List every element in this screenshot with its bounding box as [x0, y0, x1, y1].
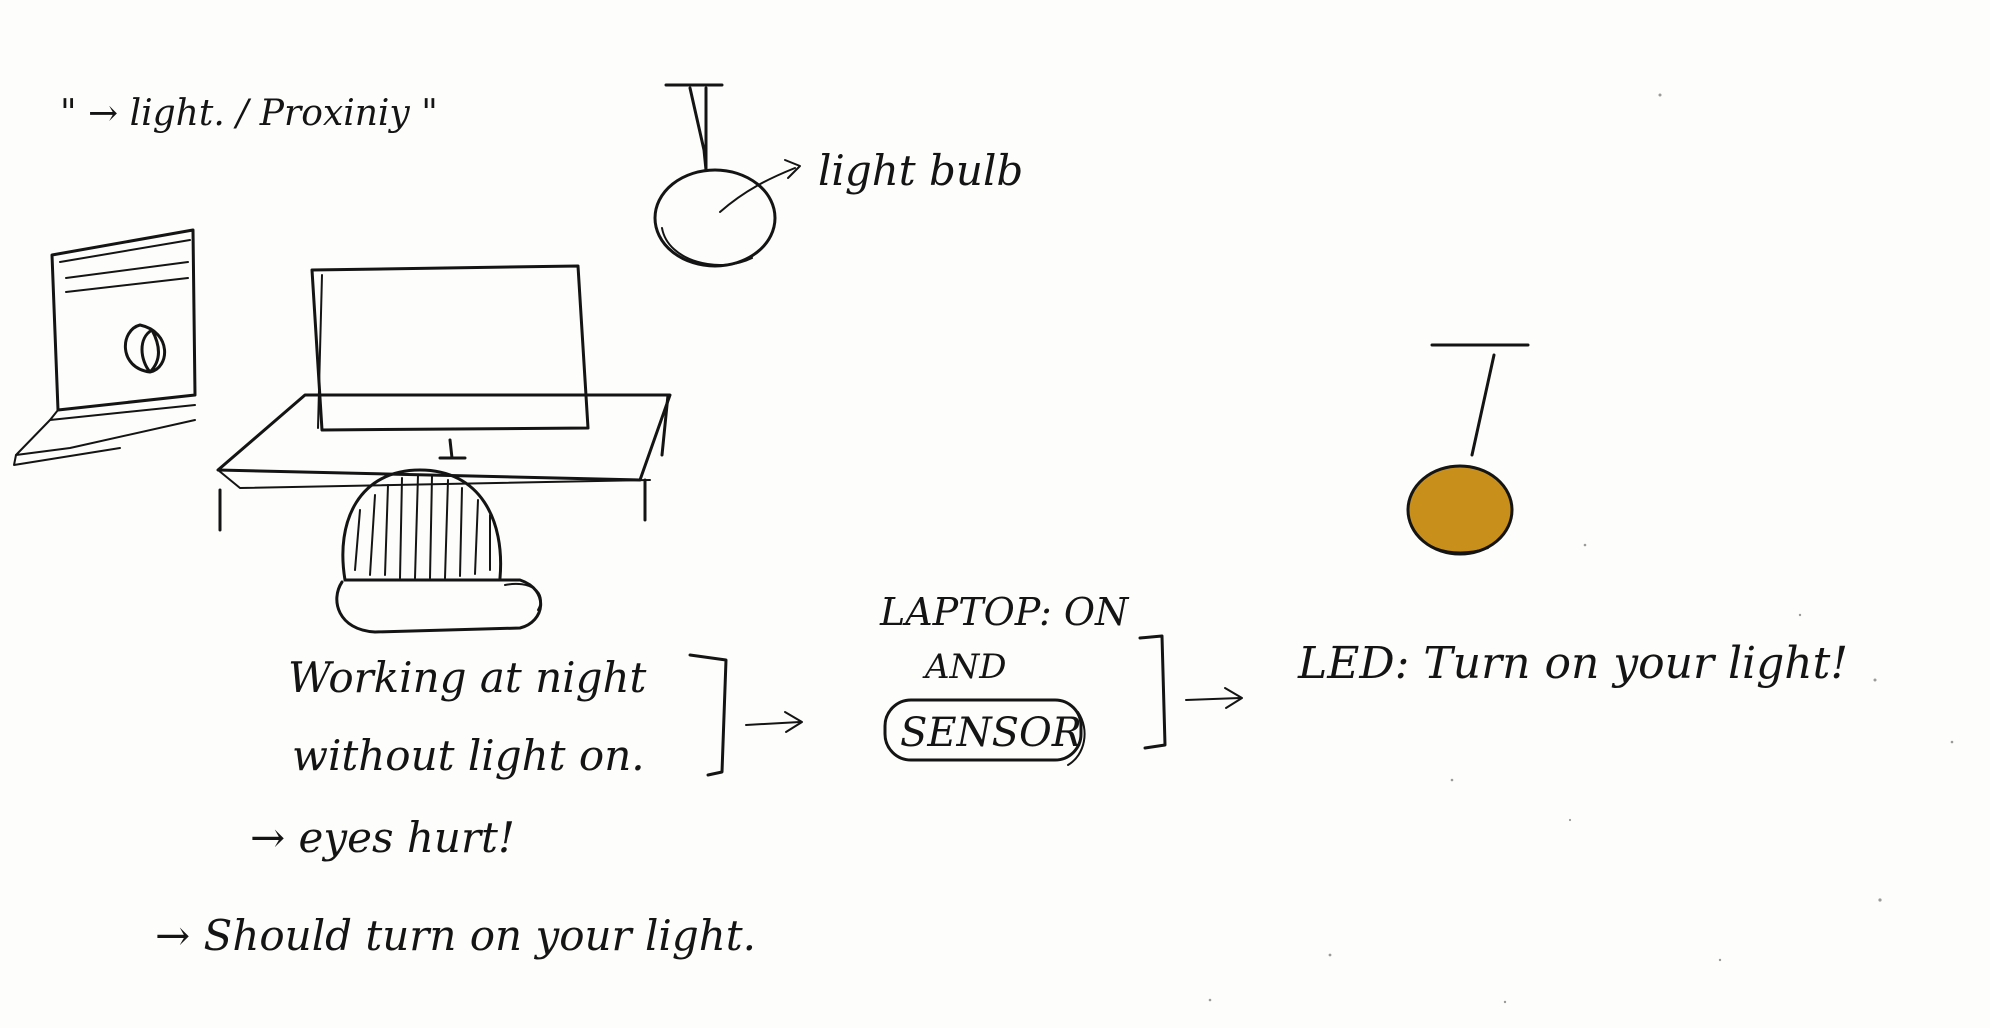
night-window-sketch [13, 228, 197, 466]
condition-bracket [1138, 634, 1167, 750]
light-bulb-label: light bulb [818, 146, 1023, 195]
moon-icon [124, 323, 166, 374]
output-text: LED: Turn on your light! [1297, 638, 1848, 689]
arrow-to-condition-icon [745, 711, 803, 733]
paper-speckles [1208, 93, 1954, 1004]
condition-line-1: LAPTOP: ON [879, 590, 1130, 634]
condition-line-3: SENSOR [900, 710, 1082, 756]
person-sketch [335, 468, 543, 634]
consequence-text: → eyes hurt! [250, 813, 515, 862]
header-note: " → light. / Proxiniy " [60, 93, 438, 134]
led-bulb-icon [1406, 343, 1530, 556]
suggestion-text: → Should turn on your light. [155, 911, 756, 960]
condition-line-2: AND [922, 647, 1007, 687]
problem-line-2: without light on. [292, 731, 645, 780]
sketch-canvas: " → light. / Proxiniy " light bulb Worki… [13, 83, 1954, 1004]
laptop-desk-sketch [216, 264, 672, 532]
arrow-to-output-icon [1185, 687, 1243, 709]
light-bulb-icon [653, 83, 801, 268]
problem-bracket [688, 653, 728, 777]
problem-line-1: Working at night [288, 653, 647, 702]
